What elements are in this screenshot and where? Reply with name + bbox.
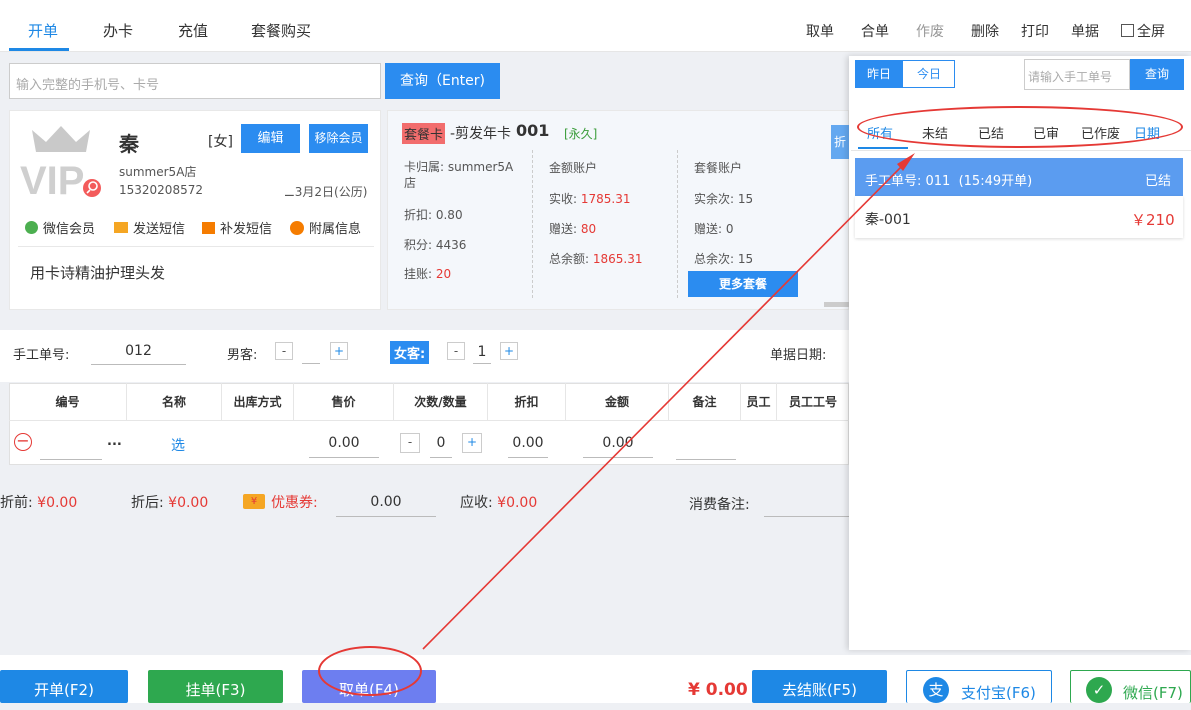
annotation-arrow <box>422 153 915 650</box>
